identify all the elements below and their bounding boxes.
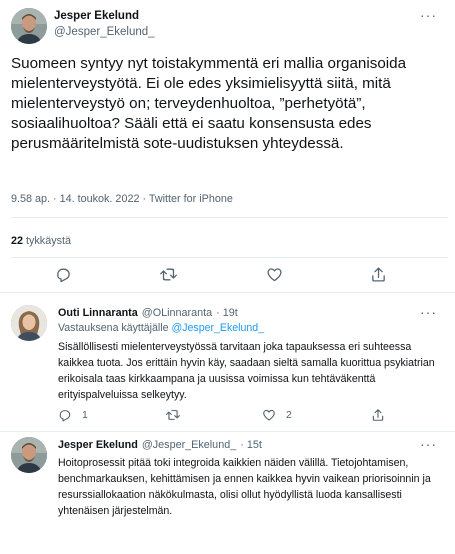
likes-label: tykkäystä [23, 235, 72, 247]
reply-text: Sisällöllisesti mielenterveystyössä tarv… [58, 341, 435, 401]
retweet-button[interactable] [159, 266, 178, 283]
heart-icon [267, 268, 282, 282]
author-name[interactable]: Jesper Ekelund [54, 10, 139, 22]
reply-action-row: 1 2 [0, 408, 455, 426]
reply-button[interactable]: 1 [58, 408, 88, 422]
tweet-text: Suomeen syntyy nyt toistakymmentä eri ma… [11, 55, 407, 152]
like-button[interactable]: 2 [262, 408, 292, 422]
like-count: 2 [286, 409, 292, 421]
tweet-timestamp[interactable]: 9.58 ap. · 14. toukok. 2022 · Twitter fo… [11, 193, 233, 205]
author-avatar[interactable] [11, 8, 47, 44]
divider [11, 217, 448, 218]
divider [0, 431, 455, 432]
author-handle[interactable]: @Jesper_Ekelund_ [54, 26, 155, 38]
author-name[interactable]: Outi Linnaranta [58, 307, 138, 319]
reply-text: Hoitoprosessit pitää toki integroida kai… [58, 457, 431, 517]
reply-avatar[interactable] [11, 305, 47, 341]
more-icon[interactable]: ··· [420, 305, 437, 319]
more-icon[interactable]: ··· [420, 8, 437, 22]
main-action-row [0, 266, 455, 284]
share-button[interactable] [370, 266, 387, 283]
share-icon [372, 409, 384, 421]
author-name[interactable]: Jesper Ekelund [58, 439, 138, 451]
replying-to: Vastauksena käyttäjälle @Jesper_Ekelund_ [58, 322, 264, 334]
author-handle[interactable]: @OLinnaranta [142, 307, 212, 319]
heart-icon [263, 409, 275, 421]
like-button[interactable] [266, 266, 283, 283]
reply-header: Jesper Ekelund @Jesper_Ekelund_ · 15t [58, 439, 262, 451]
reply-time[interactable]: · 19t [216, 307, 238, 319]
share-icon [372, 267, 385, 282]
reply-time[interactable]: · 15t [240, 439, 262, 451]
replying-to-label: Vastauksena käyttäjälle [58, 322, 172, 334]
reply-header: Outi Linnaranta @OLinnaranta · 19t [58, 307, 238, 319]
share-button[interactable] [371, 408, 385, 422]
likes-count: 22 [11, 235, 24, 247]
reply-avatar[interactable] [11, 437, 47, 473]
reply-button[interactable] [55, 266, 72, 283]
author-handle[interactable]: @Jesper_Ekelund_ [142, 439, 236, 451]
replying-to-link[interactable]: @Jesper_Ekelund_ [171, 322, 264, 334]
divider [11, 257, 448, 258]
retweet-icon [160, 268, 177, 281]
retweet-icon [166, 410, 180, 420]
likes-summary[interactable]: 22 tykkäystä [11, 235, 71, 247]
reply-icon [59, 410, 71, 422]
retweet-button[interactable] [165, 408, 181, 422]
divider [0, 292, 455, 293]
more-icon[interactable]: ··· [420, 437, 437, 451]
reply-icon [57, 268, 70, 283]
reply-count: 1 [82, 409, 88, 421]
